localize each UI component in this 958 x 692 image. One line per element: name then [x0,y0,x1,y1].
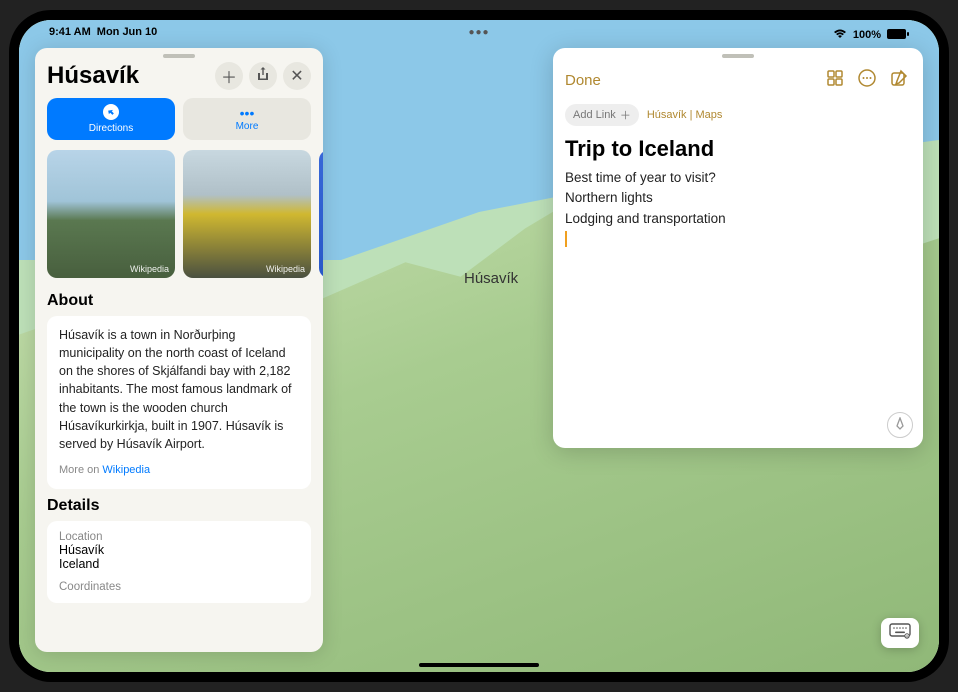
wifi-icon [833,29,847,42]
options-button[interactable] [855,68,879,92]
compose-button[interactable] [887,68,911,92]
grid-icon [827,70,843,91]
battery-pct: 100% [853,29,881,41]
add-link-chip[interactable]: Add Link ＋ [565,104,639,126]
about-text: Húsavík is a town in Norðurþing municipa… [59,326,299,453]
gallery-button[interactable] [823,68,847,92]
location-line1: Húsavík [59,543,299,557]
notes-grabber[interactable] [722,54,754,58]
note-line: Lodging and transportation [565,209,911,229]
home-indicator[interactable] [419,663,539,667]
more-on-wikipedia[interactable]: More on Wikipedia [59,463,299,479]
directions-label: Directions [89,123,133,134]
note-line: Northern lights [565,188,911,208]
share-button[interactable] [249,62,277,90]
plus-icon: ＋ [221,64,237,88]
status-time: 9:41 AM [49,26,91,44]
details-box: Location Húsavík Iceland Coordinates [47,521,311,603]
note-body[interactable]: Trip to Iceland Best time of year to vis… [553,136,923,247]
pencil-tip-icon [893,417,907,434]
battery-icon [887,29,909,42]
details-heading: Details [47,497,311,515]
ellipsis-icon: ••• [240,106,255,120]
keyboard-button[interactable]: ⊕ [881,618,919,648]
place-title: Húsavík [47,62,209,90]
directions-icon [103,104,119,122]
location-line2: Iceland [59,557,299,571]
close-icon: ✕ [290,66,303,86]
note-line: Best time of year to visit? [565,168,911,188]
done-button[interactable]: Done [565,72,815,89]
location-label: Location [59,531,299,543]
photo-item[interactable]: Wikipedia [183,150,311,278]
status-bar: 9:41 AM Mon Jun 10 100% [19,26,939,44]
place-card: Húsavík ＋ ✕ Directions [35,48,323,652]
more-button[interactable]: ••• More [183,98,311,140]
close-button[interactable]: ✕ [283,62,311,90]
more-label: More [236,121,259,132]
markup-button[interactable] [887,412,913,438]
card-grabber[interactable] [163,54,195,58]
photo-credit: Wikipedia [130,264,169,274]
add-button[interactable]: ＋ [215,62,243,90]
coordinates-label: Coordinates [59,581,299,593]
photo-item[interactable]: Wikipedia [47,150,175,278]
note-title: Trip to Iceland [565,136,911,162]
about-box: Húsavík is a town in Norðurþing municipa… [47,316,311,489]
text-cursor [565,231,567,247]
status-date: Mon Jun 10 [97,26,158,44]
compose-icon [890,69,908,92]
map-place-label[interactable]: Húsavík [464,270,518,287]
photo-credit: Wikipedia [266,264,305,274]
share-icon [257,67,269,86]
about-heading: About [47,292,311,310]
keyboard-icon: ⊕ [889,623,911,644]
ellipsis-circle-icon [858,69,876,92]
linked-item[interactable]: Húsavík | Maps [647,109,723,121]
photos-scroller[interactable]: Wikipedia Wikipedia [35,150,323,288]
svg-text:⊕: ⊕ [905,634,908,639]
directions-button[interactable]: Directions [47,98,175,140]
notes-panel: Done Add [553,48,923,448]
photo-item[interactable] [319,150,323,278]
plus-icon: ＋ [620,107,631,123]
add-link-label: Add Link [573,109,616,121]
